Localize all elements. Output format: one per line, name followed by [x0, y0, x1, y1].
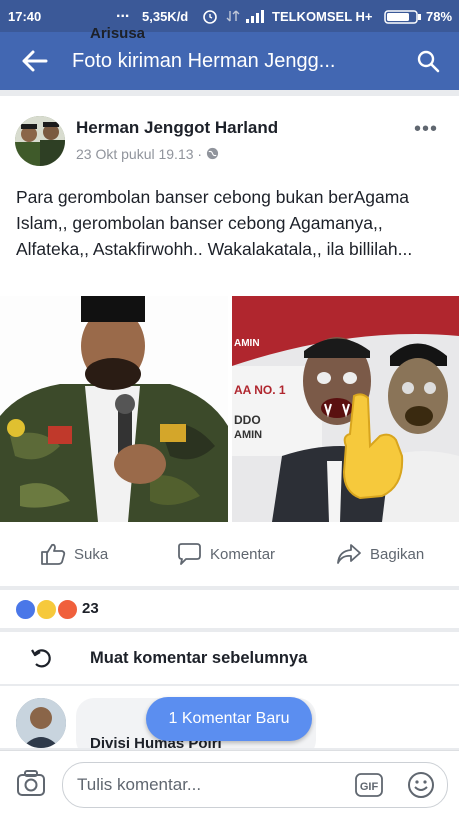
post-actions: Suka Komentar Bagikan: [0, 530, 459, 580]
emoji-icon[interactable]: [407, 771, 435, 799]
refresh-icon: [31, 649, 51, 668]
notification-dots: ...: [116, 4, 130, 21]
battery-icon: [384, 10, 421, 24]
comment-button[interactable]: Komentar: [176, 542, 275, 566]
carrier-name: TELKOMSEL H+: [272, 9, 373, 24]
comment-label: Komentar: [210, 545, 276, 563]
post-card: Herman Jenggot Harland 23 Okt pukul 19.1…: [0, 96, 459, 586]
reaction-count: 23: [82, 600, 99, 617]
reactions-summary[interactable]: 23: [0, 590, 459, 628]
share-icon: [337, 544, 361, 564]
search-icon[interactable]: [416, 49, 440, 73]
author-avatar[interactable]: [15, 116, 65, 166]
battery-percent: 78%: [426, 9, 453, 24]
poster-text-1: AMIN: [234, 338, 260, 349]
thumbs-up-icon: [41, 543, 66, 565]
comment-composer: Tulis komentar... GIF: [0, 750, 459, 817]
gif-label: GIF: [360, 781, 379, 793]
post-photo-right[interactable]: AMIN AA NO. 1 DDO AMIN: [232, 296, 459, 522]
like-button[interactable]: Suka: [40, 542, 108, 566]
angry-reaction-icon: [57, 599, 78, 620]
clock: 17:40: [8, 9, 42, 24]
network-speed: 5,35K/d: [142, 9, 189, 24]
share-button[interactable]: Bagikan: [336, 542, 424, 566]
signal-icon: [246, 10, 264, 23]
commenter-avatar[interactable]: [16, 698, 66, 748]
load-previous-label: Muat komentar sebelumnya: [90, 649, 308, 667]
more-options-icon[interactable]: •••: [414, 118, 438, 141]
timestamp-text: 23 Okt pukul 19.13 ·: [76, 146, 206, 162]
back-arrow-icon[interactable]: [22, 49, 48, 73]
comment-icon: [178, 543, 201, 565]
post-photo-left[interactable]: [0, 296, 228, 522]
share-label: Bagikan: [370, 545, 425, 563]
post-timestamp: 23 Okt pukul 19.13 ·: [76, 146, 219, 162]
alarm-icon: [203, 10, 217, 24]
load-previous-comments[interactable]: Muat komentar sebelumnya: [0, 632, 459, 684]
page-title: Foto kiriman Herman Jengg...: [72, 50, 336, 72]
post-text: Para gerombolan banser cebong bukan berA…: [16, 187, 413, 259]
poster-text-2: AA NO. 1: [234, 383, 286, 397]
author-name[interactable]: Herman Jenggot Harland: [76, 118, 278, 138]
poster-text-4: AMIN: [234, 429, 262, 441]
commenter-name[interactable]: Arisusa: [90, 25, 145, 42]
poster-text-3: DDO: [234, 413, 261, 427]
data-arrows-icon: [226, 10, 240, 22]
camera-icon[interactable]: [16, 769, 46, 797]
haha-reaction-icon: [36, 599, 57, 620]
like-label: Suka: [74, 545, 109, 563]
globe-icon: [206, 147, 219, 160]
comment-input[interactable]: Tulis komentar... GIF: [62, 762, 448, 808]
like-reaction-icon: [15, 599, 36, 620]
gif-icon[interactable]: GIF: [355, 773, 383, 797]
status-bar: 17:40 ... 5,35K/d TELKOMSEL H+ 78%: [0, 0, 459, 32]
new-comment-pill[interactable]: 1 Komentar Baru: [146, 697, 312, 741]
app-bar: Foto kiriman Herman Jengg...: [0, 32, 459, 90]
comment-placeholder: Tulis komentar...: [77, 775, 202, 794]
